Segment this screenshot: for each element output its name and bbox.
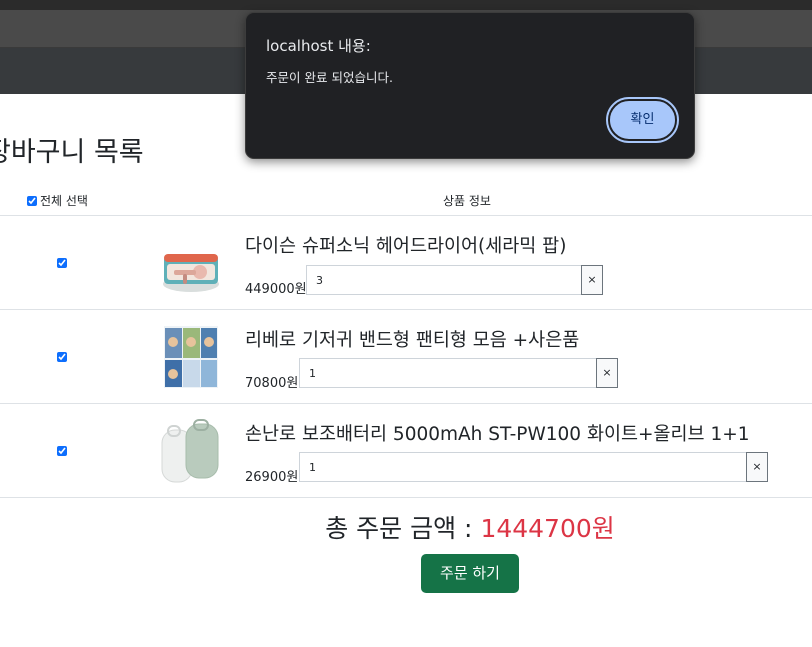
product-image-power-bank xyxy=(161,419,219,483)
product-name: 리베로 기저귀 밴드형 팬티형 모음 +사은품 xyxy=(245,330,580,351)
order-total-label: 총 주문 금액 : xyxy=(325,514,481,543)
item-checkbox[interactable] xyxy=(57,352,67,362)
alert-dialog: localhost 내용: 주문이 완료 되었습니다. 확인 xyxy=(245,12,695,159)
order-total: 총 주문 금액 : 1444700원 xyxy=(0,509,812,545)
quantity-input[interactable] xyxy=(299,358,598,388)
product-price: 26900원 xyxy=(245,470,299,485)
quantity-input[interactable] xyxy=(299,452,748,482)
product-info-header: 상품 정보 xyxy=(443,194,491,208)
remove-item-button[interactable]: × xyxy=(746,452,768,482)
cart-row: 손난로 보조배터리 5000mAh ST-PW100 화이트+올리브 1+1 2… xyxy=(0,404,812,498)
product-name: 손난로 보조배터리 5000mAh ST-PW100 화이트+올리브 1+1 xyxy=(245,424,750,445)
product-image-hair-dryer xyxy=(163,254,219,292)
alert-message: 주문이 완료 되었습니다. xyxy=(266,70,393,85)
remove-item-button[interactable]: × xyxy=(581,265,603,295)
alert-title: localhost 내용: xyxy=(266,37,371,55)
item-checkbox[interactable] xyxy=(57,258,67,268)
alert-ok-button[interactable]: 확인 xyxy=(606,97,679,143)
remove-item-button[interactable]: × xyxy=(596,358,618,388)
order-total-amount: 1444700원 xyxy=(480,514,615,543)
cart-row: 다이슨 슈퍼소닉 헤어드라이어(세라믹 팝) 449000원 × xyxy=(0,216,812,310)
place-order-button[interactable]: 주문 하기 xyxy=(421,554,519,593)
page-title: 장바구니 목록 xyxy=(0,137,144,168)
select-all-checkbox[interactable] xyxy=(27,195,37,206)
product-name: 다이슨 슈퍼소닉 헤어드라이어(세라믹 팝) xyxy=(245,236,567,257)
item-checkbox[interactable] xyxy=(57,446,67,456)
cart-table-header: 전체 선택 상품 정보 xyxy=(0,184,812,216)
browser-top-bar xyxy=(0,0,812,10)
product-price: 70800원 xyxy=(245,376,299,391)
cart-row: 리베로 기저귀 밴드형 팬티형 모음 +사은품 70800원 × xyxy=(0,310,812,404)
product-image-diapers xyxy=(164,326,218,388)
select-all[interactable]: 전체 선택 xyxy=(27,192,88,209)
product-price: 449000원 xyxy=(245,282,307,297)
select-all-label: 전체 선택 xyxy=(40,194,88,208)
quantity-input[interactable] xyxy=(306,265,583,295)
